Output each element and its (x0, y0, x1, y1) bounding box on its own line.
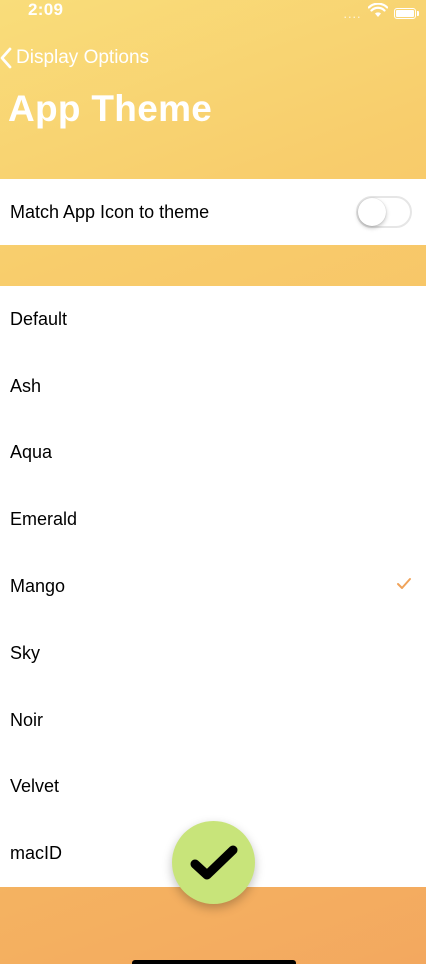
confirm-button[interactable] (172, 821, 255, 904)
chevron-left-icon (0, 47, 12, 69)
theme-item-label: macID (10, 843, 63, 864)
match-app-icon-label: Match App Icon to theme (10, 201, 210, 222)
theme-list: Default Ash Aqua Emerald Mango Sky Noir Velvet m… (0, 286, 426, 887)
page-title: App Theme (8, 88, 213, 129)
theme-item-sky[interactable]: Sky (0, 620, 426, 687)
theme-item-noir[interactable]: Noir (0, 687, 426, 754)
theme-item-label: Aqua (10, 442, 53, 463)
status-bar: 2:09 .... (0, 0, 426, 22)
home-indicator (132, 960, 296, 964)
theme-item-label: Noir (10, 709, 44, 730)
theme-item-label: Emerald (10, 509, 78, 530)
theme-item-label: Ash (10, 375, 42, 396)
back-button-label: Display Options (16, 47, 150, 68)
match-app-icon-row: Match App Icon to theme (0, 179, 426, 245)
theme-item-label: Default (10, 308, 68, 329)
theme-item-aqua[interactable]: Aqua (0, 420, 426, 487)
match-app-icon-toggle[interactable] (356, 196, 412, 228)
back-button[interactable]: Display Options (0, 44, 149, 72)
wifi-icon (367, 2, 389, 23)
status-time: 2:09 (28, 0, 64, 19)
status-indicators: .... (343, 2, 419, 23)
theme-item-label: Mango (10, 576, 66, 597)
theme-item-label: Sky (10, 642, 41, 663)
theme-item-emerald[interactable]: Emerald (0, 486, 426, 553)
checkmark-icon (190, 845, 237, 879)
theme-item-default[interactable]: Default (0, 286, 426, 353)
theme-item-mango[interactable]: Mango (0, 553, 426, 620)
toggle-knob (358, 198, 386, 226)
battery-icon (394, 7, 419, 19)
theme-item-velvet[interactable]: Velvet (0, 754, 426, 821)
cellular-signal-icon: .... (343, 10, 362, 20)
theme-item-label: Velvet (10, 776, 60, 797)
checkmark-icon (397, 578, 411, 590)
theme-item-ash[interactable]: Ash (0, 353, 426, 420)
